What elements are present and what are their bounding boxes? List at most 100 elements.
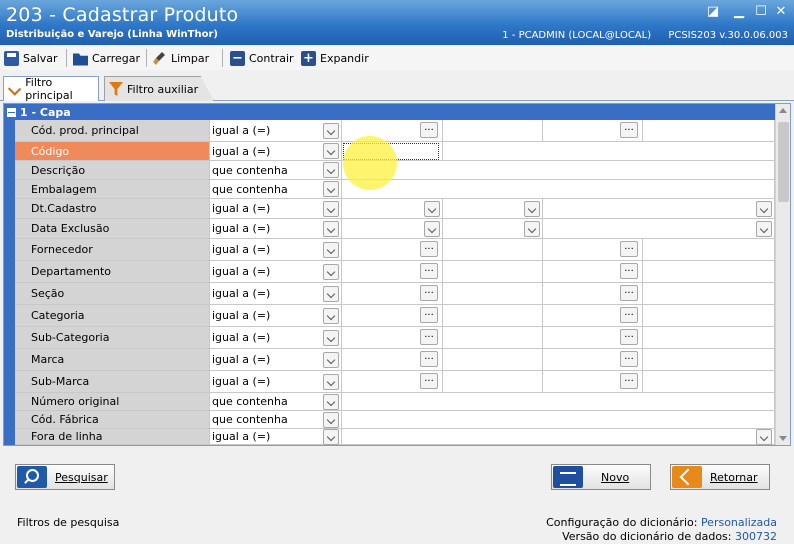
save-button[interactable]: Salvar: [4, 49, 58, 67]
operator-select[interactable]: igual a (=): [210, 327, 342, 349]
value-input[interactable]: [342, 161, 775, 180]
collapse-toggle-icon[interactable]: [7, 107, 16, 117]
operator-select[interactable]: igual a (=): [210, 261, 342, 283]
lookup-button[interactable]: ...: [620, 328, 638, 345]
lookup-button[interactable]: ...: [420, 372, 438, 389]
operator-select[interactable]: igual a (=): [210, 371, 342, 393]
value-to-field[interactable]: ...: [543, 283, 643, 305]
operator-select[interactable]: que contenha: [210, 411, 342, 429]
lookup-button[interactable]: ...: [420, 262, 438, 279]
date-period-select[interactable]: [543, 199, 775, 219]
value-select[interactable]: [342, 428, 775, 445]
value-input[interactable]: [342, 411, 775, 429]
chevron-down-icon[interactable]: [323, 285, 339, 302]
lookup-button[interactable]: ...: [420, 328, 438, 345]
operator-select[interactable]: igual a (=): [210, 349, 342, 371]
value-to-field[interactable]: ...: [543, 261, 643, 283]
lookup-button[interactable]: ...: [620, 262, 638, 279]
lookup-button[interactable]: ...: [620, 372, 638, 389]
date-to-picker[interactable]: [443, 219, 543, 239]
value-from-field[interactable]: ...: [342, 120, 443, 142]
chevron-down-icon[interactable]: [323, 428, 339, 445]
group-header[interactable]: 1 - Capa: [4, 104, 775, 120]
text-cursor-box[interactable]: [343, 143, 439, 160]
chevron-down-icon[interactable]: [323, 351, 339, 368]
chevron-down-icon[interactable]: [323, 263, 339, 280]
chevron-down-icon[interactable]: [323, 143, 339, 159]
value-to-field[interactable]: ...: [543, 120, 643, 142]
value-input[interactable]: [342, 393, 775, 411]
restore-icon[interactable]: ◪: [704, 4, 722, 20]
vertical-scrollbar[interactable]: [775, 104, 790, 445]
lookup-button[interactable]: ...: [620, 306, 638, 323]
chevron-down-icon[interactable]: [323, 220, 339, 237]
value-to-field[interactable]: ...: [543, 239, 643, 261]
chevron-down-icon[interactable]: [756, 220, 772, 237]
chevron-down-icon[interactable]: [323, 329, 339, 346]
code-input[interactable]: [342, 142, 443, 161]
operator-select[interactable]: que contenha: [210, 180, 342, 199]
operator-select[interactable]: igual a (=): [210, 120, 342, 142]
chevron-down-icon[interactable]: [323, 307, 339, 324]
chevron-down-icon[interactable]: [424, 200, 440, 217]
chevron-down-icon[interactable]: [323, 241, 339, 258]
collapse-button[interactable]: − Contrair: [230, 49, 294, 67]
value-from-field[interactable]: ...: [342, 371, 443, 393]
clear-button[interactable]: Limpar: [152, 49, 209, 67]
operator-select[interactable]: igual a (=): [210, 428, 342, 445]
value-from-field[interactable]: ...: [342, 305, 443, 327]
load-button[interactable]: Carregar: [73, 49, 140, 67]
operator-select[interactable]: que contenha: [210, 161, 342, 180]
operator-select[interactable]: igual a (=): [210, 199, 342, 219]
date-from-picker[interactable]: [342, 219, 443, 239]
chevron-down-icon[interactable]: [323, 162, 339, 178]
close-icon[interactable]: ✕: [772, 4, 790, 20]
value-from-field[interactable]: ...: [342, 283, 443, 305]
value-from-field[interactable]: ...: [342, 261, 443, 283]
chevron-down-icon[interactable]: [323, 411, 339, 428]
date-period-select[interactable]: [543, 219, 775, 239]
value-from-field[interactable]: ...: [342, 349, 443, 371]
operator-select[interactable]: igual a (=): [210, 305, 342, 327]
lookup-button[interactable]: ...: [620, 350, 638, 367]
value-to-field[interactable]: ...: [543, 371, 643, 393]
maximize-icon[interactable]: ☐: [752, 4, 770, 20]
operator-select[interactable]: igual a (=): [210, 239, 342, 261]
lookup-button[interactable]: ...: [420, 284, 438, 301]
lookup-button[interactable]: ...: [620, 284, 638, 301]
date-to-picker[interactable]: [443, 199, 543, 219]
chevron-down-icon[interactable]: [323, 393, 339, 410]
value-input[interactable]: [342, 180, 775, 199]
scroll-thumb[interactable]: [778, 122, 789, 202]
tab-aux-filter[interactable]: Filtro auxiliar: [104, 76, 214, 101]
operator-select[interactable]: igual a (=): [210, 283, 342, 305]
chevron-down-icon[interactable]: [756, 200, 772, 217]
chevron-down-icon[interactable]: [323, 181, 339, 197]
value-from-field[interactable]: ...: [342, 239, 443, 261]
lookup-button[interactable]: ...: [420, 306, 438, 323]
scroll-down-icon[interactable]: [779, 436, 787, 441]
chevron-down-icon[interactable]: [524, 220, 540, 237]
operator-select[interactable]: que contenha: [210, 393, 342, 411]
value-to-field[interactable]: ...: [543, 349, 643, 371]
chevron-down-icon[interactable]: [756, 428, 772, 445]
new-button[interactable]: Novo: [551, 464, 651, 490]
lookup-button[interactable]: ...: [420, 121, 438, 138]
tab-main-filter[interactable]: Filtro principal: [3, 76, 99, 102]
scroll-up-icon[interactable]: [779, 108, 787, 113]
chevron-down-icon[interactable]: [323, 373, 339, 390]
minimize-icon[interactable]: ▁: [730, 4, 748, 20]
expand-button[interactable]: + Expandir: [301, 49, 369, 67]
date-from-picker[interactable]: [342, 199, 443, 219]
lookup-button[interactable]: ...: [420, 240, 438, 257]
chevron-down-icon[interactable]: [323, 122, 339, 139]
search-button[interactable]: Pesquisar: [15, 464, 115, 490]
chevron-down-icon[interactable]: [323, 200, 339, 217]
lookup-button[interactable]: ...: [420, 350, 438, 367]
value-to-field[interactable]: ...: [543, 305, 643, 327]
operator-select[interactable]: igual a (=): [210, 219, 342, 239]
lookup-button[interactable]: ...: [620, 121, 638, 138]
value-to-field[interactable]: ...: [543, 327, 643, 349]
chevron-down-icon[interactable]: [524, 200, 540, 217]
operator-select[interactable]: igual a (=): [210, 142, 342, 161]
